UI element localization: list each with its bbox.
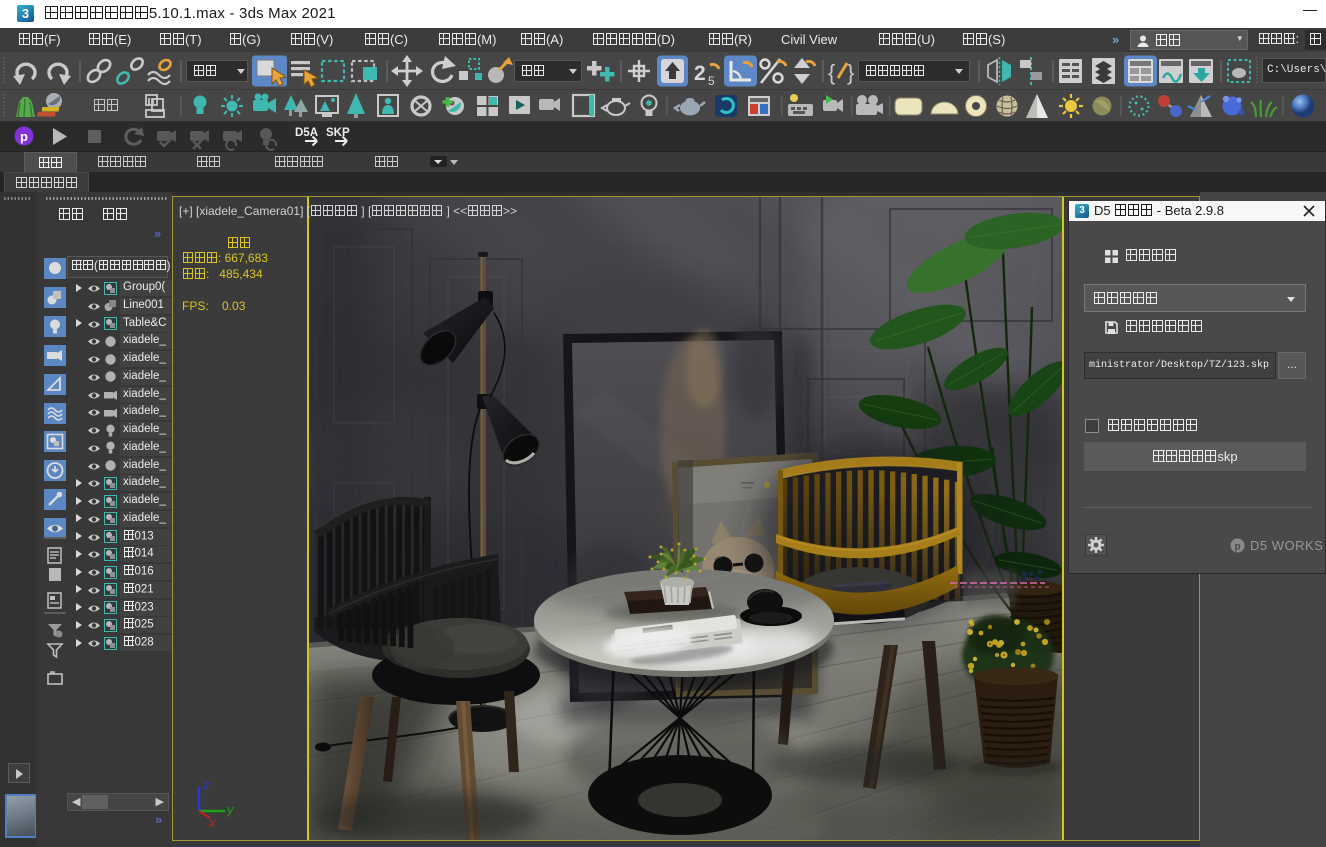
svg-text:{: { [828,60,835,85]
svg-text:y: y [226,802,235,817]
svg-text:2: 2 [694,62,706,85]
svg-text:p: p [1235,542,1241,553]
svg-text:p: p [20,129,28,144]
svg-text:SKP: SKP [326,127,350,139]
svg-text:z: z [202,777,210,792]
svg-text:5: 5 [708,74,715,88]
svg-text:x: x [208,815,216,829]
